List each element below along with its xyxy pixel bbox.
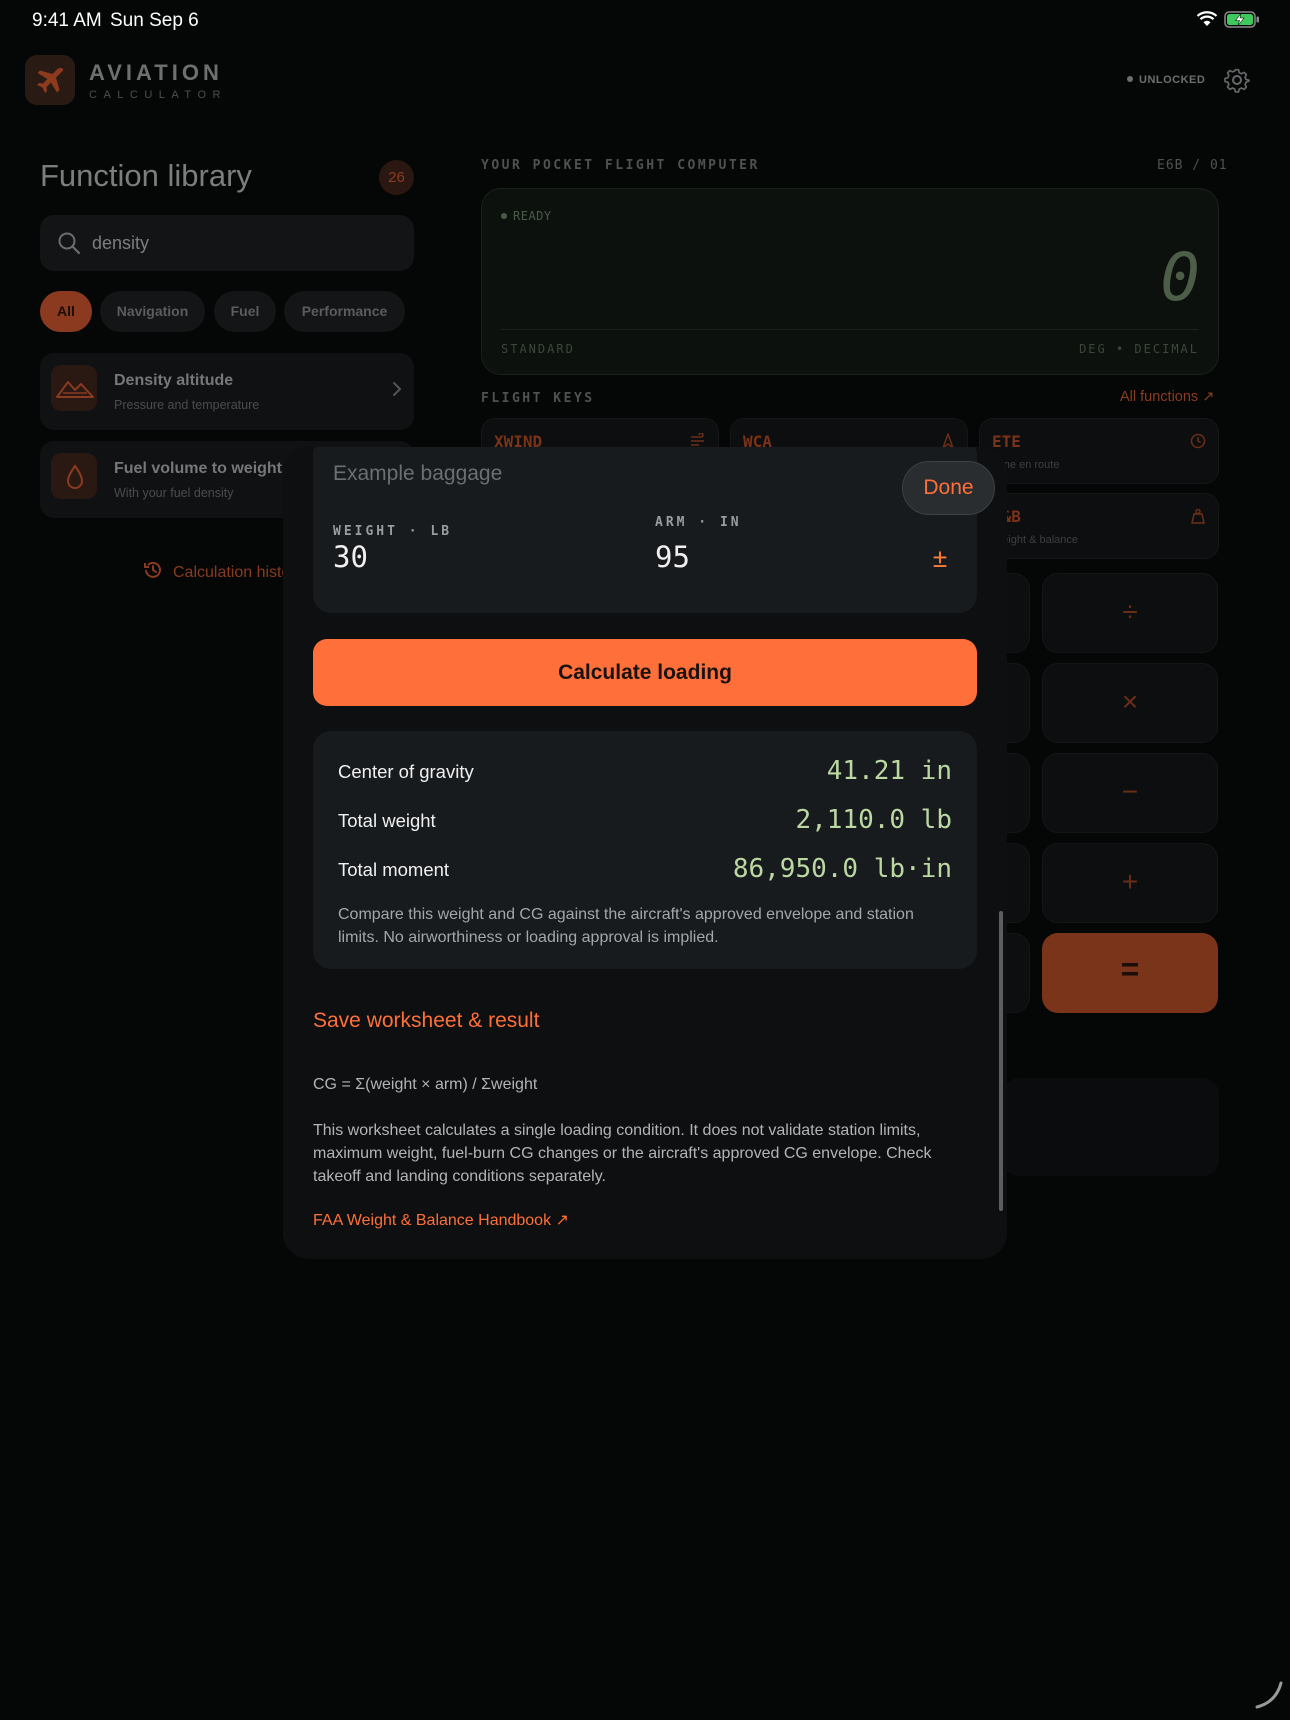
wind-icon bbox=[691, 433, 704, 446]
equals-key[interactable]: = bbox=[1042, 933, 1218, 1013]
search-input[interactable] bbox=[92, 227, 392, 259]
mountain-icon bbox=[56, 381, 94, 398]
unlock-status-text: UNLOCKED bbox=[1139, 74, 1206, 86]
weight-balance-sheet: Example baggage WEIGHT · LB ARM · IN ± D… bbox=[283, 447, 1007, 1259]
status-bar: 9:41 AM Sun Sep 6 bbox=[0, 0, 1290, 40]
status-time: 9:41 AM bbox=[32, 10, 102, 31]
total-weight-label: Total weight bbox=[338, 810, 436, 831]
display-status-text: READY bbox=[513, 209, 552, 223]
flight-key-weight-balance[interactable]: W&B Weight & balance bbox=[979, 493, 1219, 559]
filter-chip-fuel[interactable]: Fuel bbox=[214, 291, 276, 332]
secondary-panel bbox=[1003, 1078, 1219, 1176]
calculator-display: READY 0 STANDARD DEG • DECIMAL bbox=[481, 188, 1219, 375]
computer-section-label: YOUR POCKET FLIGHT COMPUTER bbox=[481, 158, 760, 173]
divide-glyph: ÷ bbox=[1122, 596, 1138, 627]
save-worksheet-link[interactable]: Save worksheet & result bbox=[313, 1009, 539, 1033]
app-name: AVIATION bbox=[89, 60, 223, 85]
app-logo bbox=[25, 55, 75, 105]
cg-label: Center of gravity bbox=[338, 761, 474, 782]
flight-key-ete[interactable]: ETE Time en route bbox=[979, 418, 1219, 484]
total-moment-value: 86,950.0 lb·in bbox=[732, 854, 952, 884]
filter-chip-performance[interactable]: Performance bbox=[284, 291, 405, 332]
ready-dot bbox=[501, 213, 507, 219]
library-count-badge: 26 bbox=[379, 160, 414, 195]
multiply-glyph: × bbox=[1121, 686, 1139, 717]
station-input-card: Example baggage WEIGHT · LB ARM · IN ± bbox=[313, 447, 977, 613]
unlock-status-badge: UNLOCKED bbox=[1127, 74, 1205, 86]
function-icon-tile bbox=[51, 365, 97, 411]
arm-field-label: ARM · IN bbox=[655, 515, 742, 530]
calculation-history-link[interactable]: Calculation history bbox=[143, 560, 304, 582]
divide-key[interactable]: ÷ bbox=[1042, 573, 1218, 653]
arm-input[interactable] bbox=[655, 537, 855, 577]
settings-button[interactable] bbox=[1224, 67, 1250, 93]
display-value: 0 bbox=[1160, 239, 1200, 316]
total-moment-label: Total moment bbox=[338, 859, 450, 880]
function-title: Fuel volume to weight bbox=[114, 460, 283, 477]
filter-chip-all[interactable]: All bbox=[40, 291, 92, 332]
add-key[interactable]: + bbox=[1042, 843, 1218, 923]
app-subtitle: CALCULATOR bbox=[89, 89, 227, 101]
flight-keys-label: FLIGHT KEYS bbox=[481, 391, 595, 406]
sheet-scrollbar[interactable] bbox=[999, 911, 1003, 1211]
search-field[interactable] bbox=[40, 215, 414, 271]
status-date: Sun Sep 6 bbox=[110, 10, 199, 31]
display-divider bbox=[501, 329, 1199, 330]
flight-key-name: ETE bbox=[992, 432, 1021, 451]
faa-handbook-link[interactable]: FAA Weight & Balance Handbook ↗ bbox=[313, 1210, 569, 1230]
device-code: E6B / 01 bbox=[1157, 158, 1228, 173]
done-button[interactable]: Done bbox=[902, 461, 995, 515]
total-weight-value: 2,110.0 lb bbox=[795, 805, 952, 835]
chevron-right-icon bbox=[393, 382, 402, 396]
fuel-drop-icon bbox=[66, 464, 84, 489]
results-card: Center of gravity 41.21 in Total weight … bbox=[313, 731, 977, 969]
function-title: Density altitude bbox=[114, 372, 234, 389]
subtract-key[interactable]: − bbox=[1042, 753, 1218, 833]
wifi-icon bbox=[1196, 11, 1218, 26]
results-disclaimer: Compare this weight and CG against the a… bbox=[338, 906, 914, 946]
clock-icon bbox=[1190, 433, 1206, 449]
search-icon bbox=[58, 232, 81, 255]
airplane-icon bbox=[37, 67, 64, 93]
all-functions-link[interactable]: All functions ↗ bbox=[1120, 389, 1214, 405]
filter-chip-navigation[interactable]: Navigation bbox=[100, 291, 205, 332]
weight-icon bbox=[1191, 508, 1205, 524]
weight-input[interactable] bbox=[333, 537, 533, 577]
station-name: Example baggage bbox=[333, 462, 503, 485]
worksheet-note: This worksheet calculates a single loadi… bbox=[313, 1122, 932, 1185]
display-status: READY bbox=[501, 209, 552, 223]
calculate-loading-button[interactable]: Calculate loading bbox=[313, 639, 977, 706]
function-item-density-altitude[interactable]: Density altitude Pressure and temperatur… bbox=[40, 353, 414, 430]
cg-formula: CG = Σ(weight × arm) / Σweight bbox=[313, 1076, 538, 1093]
display-mode: STANDARD bbox=[501, 342, 575, 356]
status-dot bbox=[1127, 76, 1133, 82]
gear-icon bbox=[1224, 68, 1250, 93]
library-title: Function library bbox=[40, 158, 252, 193]
battery-charging-icon bbox=[1224, 11, 1259, 28]
resize-handle-icon bbox=[1255, 1681, 1283, 1709]
multiply-key[interactable]: × bbox=[1042, 663, 1218, 743]
subtract-glyph: − bbox=[1121, 776, 1139, 807]
sign-toggle-button[interactable]: ± bbox=[925, 543, 955, 573]
function-icon-tile bbox=[51, 453, 97, 499]
equals-glyph: = bbox=[1120, 951, 1140, 987]
function-subtitle: With your fuel density bbox=[114, 486, 234, 500]
display-units: DEG • DECIMAL bbox=[1079, 342, 1199, 356]
history-icon bbox=[144, 561, 161, 578]
add-glyph: + bbox=[1121, 866, 1139, 897]
function-subtitle: Pressure and temperature bbox=[114, 398, 260, 412]
cg-value: 41.21 in bbox=[826, 756, 952, 786]
